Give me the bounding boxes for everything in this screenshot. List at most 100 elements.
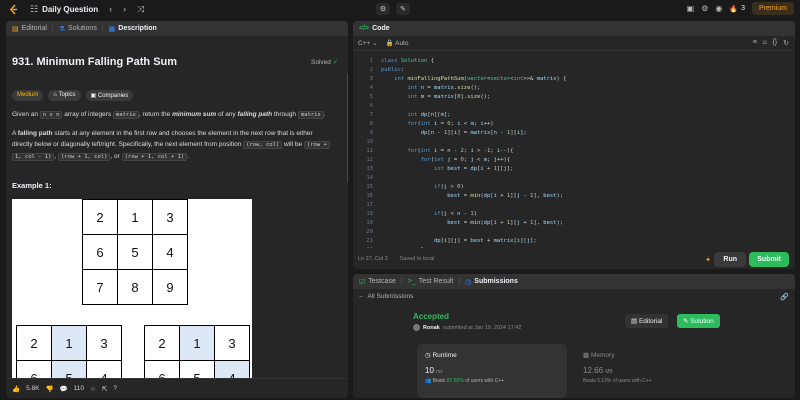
cursor-position: Ln 27, Col 3	[358, 256, 388, 262]
users-icon: 👥	[425, 378, 432, 384]
terminal-icon: >_	[407, 278, 416, 285]
shuffle-icon[interactable]: ⤨	[137, 4, 144, 15]
description-footer: 👍 5.8K 👎 💬 110 ☆ ⇱ ?	[6, 378, 348, 398]
comment-icon[interactable]: 💬	[60, 385, 68, 393]
grid-cell: 3	[214, 325, 250, 361]
notes-icon[interactable]: ✎	[396, 3, 410, 15]
tab-test-result[interactable]: >_ Test Result	[408, 278, 454, 285]
check-circle-icon: ✓	[332, 59, 339, 66]
arrow-left-icon: ←	[358, 293, 365, 300]
edit-icon: ✎	[683, 318, 689, 325]
star-icon[interactable]: ☆	[90, 385, 96, 393]
premium-button[interactable]: Premium	[751, 2, 794, 15]
reset-icon[interactable]: ↻	[783, 39, 789, 47]
thumbs-down-icon[interactable]: 👎	[45, 385, 53, 393]
tab-submissions[interactable]: ◷ Submissions	[465, 278, 518, 286]
editor-actions: ≡ ⌑ {} ↻	[753, 39, 789, 47]
runtime-beats: 👥 Beats 87.60% of users with C++	[425, 378, 505, 384]
runtime-value: 10 ms	[425, 366, 443, 375]
memory-card[interactable]: ▩ Memory 12.66 MB Beats 5.13% of users w…	[575, 344, 725, 398]
auto-mode-toggle[interactable]: 🔒 Auto	[386, 39, 409, 47]
help-icon[interactable]: ?	[113, 385, 117, 392]
save-status: Saved to local	[399, 256, 435, 262]
problem-list-icon[interactable]: ☷	[30, 4, 38, 15]
clock-icon: ◷	[425, 352, 431, 359]
document-icon: ▦	[108, 25, 116, 33]
all-submissions-link[interactable]: ← All Submissions	[358, 293, 413, 300]
grid-cell-highlighted: 1	[179, 325, 215, 361]
runtime-label: ◷ Runtime	[425, 352, 457, 359]
braces-icon[interactable]: {}	[772, 39, 777, 47]
result-panel: ☑ Testcase | >_ Test Result | ◷ Submissions…	[353, 274, 795, 398]
username[interactable]: Ronak	[423, 325, 440, 331]
result-tabs: ☑ Testcase | >_ Test Result | ◷ Submissions	[353, 274, 795, 289]
run-button[interactable]: Run	[714, 252, 746, 267]
briefcase-icon: ▣	[90, 93, 97, 99]
memory-beats: Beats 5.13% of users with C++	[583, 378, 652, 384]
companies-tag[interactable]: ▣ Companies	[85, 90, 134, 101]
thumbs-up-icon[interactable]: 👍	[12, 385, 20, 393]
grid-cell: 4	[152, 234, 188, 270]
code-editor[interactable]: 1 class Solution { 2 public: 3 int minFall…	[353, 52, 795, 248]
streak-count: 3	[741, 5, 745, 12]
tab-solutions[interactable]: ⚗ Solutions	[59, 25, 97, 33]
example-grid-image: 2 1 3 6 5 4 7 8 9 2 1 3 6 5 4 2 1 3 6 5 …	[12, 199, 252, 397]
avatar-icon[interactable]: ◉	[715, 4, 722, 13]
checkbox-icon: ☑	[359, 278, 366, 286]
leetcode-logo-icon[interactable]	[9, 3, 19, 15]
grid-cell: 1	[117, 199, 153, 235]
comments-count: 110	[73, 385, 85, 392]
sparkle-icon[interactable]: ✦	[705, 256, 711, 264]
share-icon[interactable]: ⇱	[102, 385, 107, 393]
editorial-button[interactable]: ▤ Editorial	[625, 314, 669, 328]
right-tools: ▣ ⚙ ◉ 🔥 3 Premium	[687, 2, 794, 15]
settings-gear-icon[interactable]: ⚙	[701, 4, 708, 13]
submit-button[interactable]: Submit	[749, 252, 789, 267]
submission-time: submitted at Jan 19, 2024 17:42	[442, 324, 522, 331]
editorial-icon: ▤	[12, 25, 19, 33]
top-bar: ☷ Daily Question ‹ › ⤨ ⚙ ✎ ▣ ⚙ ◉ 🔥 3 Pre…	[0, 0, 800, 18]
chip-icon: ▩	[583, 352, 590, 359]
language-selector[interactable]: C++ ⌄	[358, 39, 378, 47]
layout-icon[interactable]: ▣	[687, 4, 695, 13]
submitter-info: Ronak submitted at Jan 19, 2024 17:42	[413, 324, 521, 331]
grid-cell-highlighted: 1	[51, 325, 87, 361]
link-icon[interactable]: 🔗	[780, 293, 789, 301]
runtime-card[interactable]: ◷ Runtime 10 ms 👥 Beats 87.60% of users …	[417, 344, 567, 398]
tag-icon: ⌂	[53, 92, 57, 98]
tab-description[interactable]: ▦ Description	[109, 25, 157, 33]
problem-tags: Medium ⌂ Topics ▣ Companies	[12, 90, 134, 101]
book-icon: ▤	[631, 318, 638, 325]
chevron-left-icon[interactable]: ‹	[109, 4, 112, 14]
grid-cell: 8	[117, 269, 153, 305]
description-scrollbar[interactable]	[347, 73, 348, 183]
memory-label: ▩ Memory	[583, 352, 615, 359]
grid-cell: 2	[144, 325, 180, 361]
streak-flame-icon[interactable]: 🔥	[729, 5, 738, 13]
daily-question-title[interactable]: Daily Question	[42, 5, 98, 14]
tab-testcase[interactable]: ☑ Testcase	[359, 278, 396, 286]
format-icon[interactable]: ≡	[753, 39, 757, 47]
difficulty-tag[interactable]: Medium	[12, 90, 44, 101]
bookmark-icon[interactable]: ⌑	[763, 39, 767, 47]
topics-tag[interactable]: ⌂ Topics	[48, 90, 81, 101]
grid-cell: 3	[86, 325, 122, 361]
tab-editorial[interactable]: ▤ Editorial	[12, 25, 47, 33]
grid-cell: 6	[82, 234, 118, 270]
grid-cell: 5	[117, 234, 153, 270]
code-panel: </> Code C++ ⌄ 🔒 Auto ≡ ⌑ {} ↻ 1 class Sol…	[353, 21, 795, 269]
solution-button[interactable]: ✎ Solution	[677, 314, 720, 328]
example-title: Example 1:	[12, 181, 52, 190]
grid-cell: 7	[82, 269, 118, 305]
description-panel: ▤ Editorial | ⚗ Solutions | ▦ Description 9…	[6, 21, 348, 398]
center-tools: ⚙ ✎	[376, 3, 410, 15]
problem-title[interactable]: 931. Minimum Falling Path Sum	[12, 56, 177, 68]
tab-code[interactable]: </> Code	[359, 25, 390, 32]
grid-cell: 2	[82, 199, 118, 235]
chevron-right-icon[interactable]: ›	[123, 4, 126, 14]
avatar[interactable]	[413, 324, 420, 331]
history-icon: ◷	[465, 278, 472, 286]
likes-count: 5.8K	[26, 385, 40, 392]
debug-icon[interactable]: ⚙	[376, 3, 390, 15]
memory-value: 12.66 MB	[583, 366, 613, 375]
